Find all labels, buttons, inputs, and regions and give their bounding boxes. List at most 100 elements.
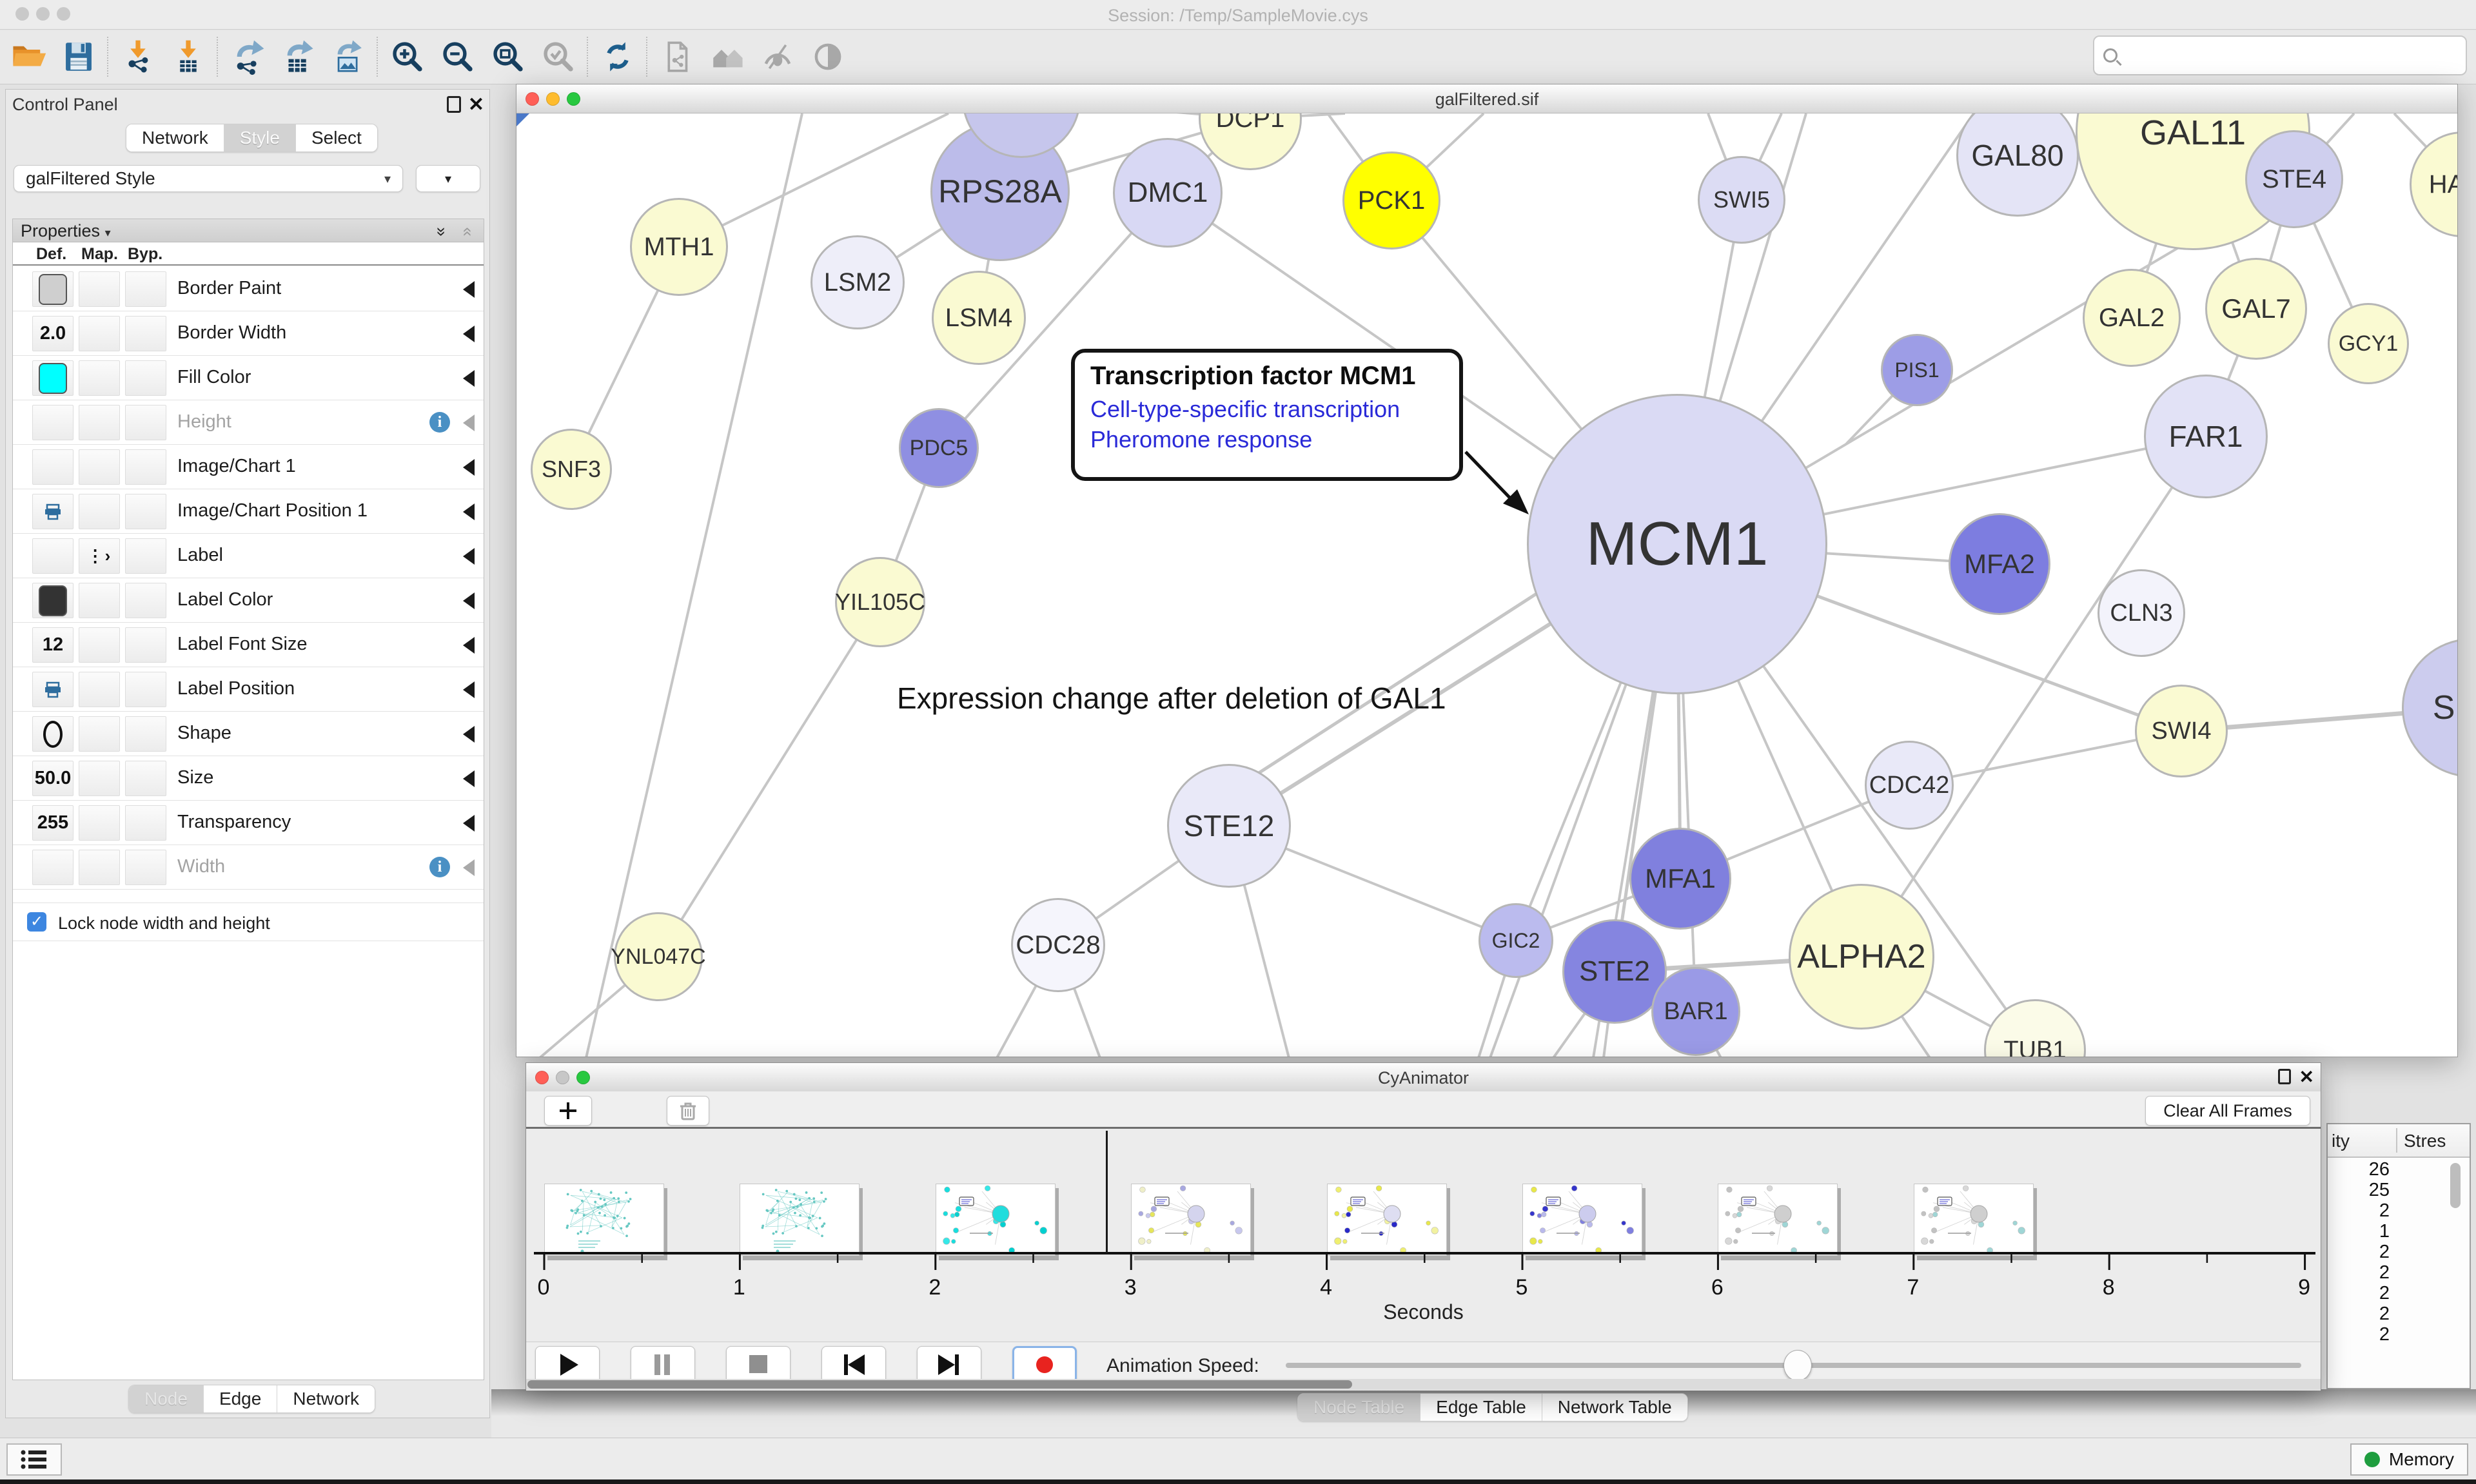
expand-property-icon[interactable] — [463, 637, 475, 654]
mapping-cell[interactable] — [79, 449, 120, 485]
style-options-button[interactable]: ▾ — [416, 165, 480, 192]
mapping-cell[interactable] — [79, 360, 120, 396]
column-header-stress[interactable]: Stres — [2404, 1131, 2446, 1151]
expand-property-icon[interactable] — [463, 459, 475, 476]
network-node-GAL80[interactable]: GAL80 — [1956, 113, 2079, 217]
property-row-label-position[interactable]: Label Position — [13, 667, 484, 712]
tab-edge-table[interactable]: Edge Table — [1420, 1394, 1542, 1421]
network-node-ALPHA2[interactable]: ALPHA2 — [1789, 884, 1934, 1030]
network-node-YIL105C[interactable]: YIL105C — [835, 557, 925, 647]
expand-property-icon[interactable] — [463, 326, 475, 342]
hide-panel-button[interactable] — [754, 34, 801, 79]
property-row-transparency[interactable]: 255Transparency — [13, 801, 484, 845]
properties-header[interactable]: Properties ▾ » » — [13, 219, 484, 242]
import-table-button[interactable] — [165, 34, 211, 79]
default-value-cell[interactable] — [32, 271, 74, 307]
network-canvas[interactable]: MCM1GAL11ALPHA2RPS28ASLT2FAR1STE12GAL80R… — [516, 113, 2457, 1057]
frame-thumbnail-2s[interactable] — [936, 1184, 1056, 1256]
network-node-GCY1[interactable]: GCY1 — [2328, 303, 2409, 384]
zoom-in-button[interactable] — [384, 34, 431, 79]
expand-property-icon[interactable] — [463, 548, 475, 565]
property-row-shape[interactable]: Shape — [13, 712, 484, 756]
add-frame-button[interactable] — [544, 1096, 592, 1126]
default-value-cell[interactable] — [32, 538, 74, 574]
network-node-PDC5[interactable]: PDC5 — [899, 408, 979, 488]
birdseye-view-button[interactable] — [704, 34, 751, 79]
mapping-cell[interactable] — [79, 761, 120, 796]
network-node-HAP2[interactable]: HAP2 — [2410, 132, 2457, 237]
frame-thumbnail-1s[interactable] — [740, 1184, 860, 1256]
frame-thumbnail-4s[interactable] — [1327, 1184, 1447, 1256]
tab-style[interactable]: Style — [224, 124, 296, 151]
frame-thumbnail-6s[interactable] — [1718, 1184, 1838, 1256]
mapping-cell[interactable] — [79, 405, 120, 440]
default-value-cell[interactable]: 12 — [32, 627, 74, 663]
network-node-GAL7[interactable]: GAL7 — [2205, 258, 2307, 360]
default-value-cell[interactable] — [32, 583, 74, 618]
table-cell-value[interactable]: 2 — [2328, 1283, 2445, 1303]
bypass-cell[interactable] — [125, 494, 166, 529]
search-input[interactable] — [2125, 44, 2457, 66]
default-value-cell[interactable] — [32, 449, 74, 485]
network-node-STE12[interactable]: STE12 — [1167, 764, 1291, 888]
stop-button[interactable] — [726, 1346, 791, 1383]
info-icon[interactable]: i — [429, 857, 450, 877]
default-value-cell[interactable] — [32, 360, 74, 396]
network-node-LSM4[interactable]: LSM4 — [932, 271, 1026, 365]
expand-property-icon[interactable] — [463, 281, 475, 298]
skip-end-button[interactable] — [917, 1346, 981, 1383]
mapping-cell[interactable] — [79, 805, 120, 841]
annotation-link-2[interactable]: Pheromone response — [1090, 425, 1444, 455]
bypass-cell[interactable] — [125, 672, 166, 707]
animation-speed-slider[interactable] — [1286, 1363, 2301, 1368]
column-header-connectivity[interactable]: ity — [2332, 1131, 2350, 1151]
bypass-cell[interactable] — [125, 360, 166, 396]
mapping-cell[interactable] — [79, 850, 120, 885]
timeline-playhead[interactable] — [1106, 1131, 1108, 1253]
table-cell-value[interactable]: 2 — [2328, 1262, 2445, 1283]
frame-thumbnail-0s[interactable] — [544, 1184, 664, 1256]
property-row-label[interactable]: ⋮›Label — [13, 534, 484, 578]
collapse-all-icon[interactable]: » — [456, 227, 476, 236]
network-node-GIC2[interactable]: GIC2 — [1479, 903, 1553, 978]
info-icon[interactable]: i — [429, 412, 450, 433]
network-node-CDC28[interactable]: CDC28 — [1011, 898, 1105, 992]
default-value-cell[interactable] — [32, 494, 74, 529]
network-node-FAR1[interactable]: FAR1 — [2144, 375, 2268, 498]
network-node-PCK1[interactable]: PCK1 — [1342, 151, 1440, 249]
tab-select[interactable]: Select — [296, 124, 377, 151]
network-node-CLN3[interactable]: CLN3 — [2098, 569, 2185, 657]
expand-property-icon[interactable] — [463, 592, 475, 609]
default-value-cell[interactable] — [32, 716, 74, 752]
bypass-cell[interactable] — [125, 583, 166, 618]
network-node-GAL2[interactable]: GAL2 — [2083, 269, 2181, 367]
lock-node-size-checkbox[interactable]: ✓ — [27, 912, 46, 932]
float-panel-icon[interactable] — [2278, 1069, 2291, 1084]
expand-property-icon[interactable] — [463, 415, 475, 431]
memory-button[interactable]: Memory — [2350, 1443, 2468, 1476]
bypass-cell[interactable] — [125, 538, 166, 574]
network-node-MFA1[interactable]: MFA1 — [1629, 828, 1731, 930]
property-row-label-color[interactable]: Label Color — [13, 578, 484, 623]
network-node-PIS1[interactable]: PIS1 — [1881, 334, 1953, 406]
mapping-cell[interactable]: ⋮› — [79, 538, 120, 574]
network-node-TUB1[interactable]: TUB1 — [1984, 999, 2086, 1057]
property-row-label-font-size[interactable]: 12Label Font Size — [13, 623, 484, 667]
vertical-scrollbar[interactable] — [2450, 1163, 2461, 1208]
bypass-cell[interactable] — [125, 761, 166, 796]
clear-all-frames-button[interactable]: Clear All Frames — [2145, 1096, 2310, 1126]
bypass-cell[interactable] — [125, 316, 166, 351]
style-selector[interactable]: galFiltered Style ▾ — [14, 165, 403, 192]
property-row-image-chart-1[interactable]: Image/Chart 1 — [13, 445, 484, 489]
bypass-cell[interactable] — [125, 850, 166, 885]
property-row-border-paint[interactable]: Border Paint — [13, 267, 484, 311]
tab-network[interactable]: Network — [277, 1385, 375, 1412]
property-row-fill-color[interactable]: Fill Color — [13, 356, 484, 400]
default-value-cell[interactable]: 50.0 — [32, 761, 74, 796]
table-cell-value[interactable]: 2 — [2328, 1242, 2445, 1262]
default-value-cell[interactable] — [32, 672, 74, 707]
bypass-cell[interactable] — [125, 405, 166, 440]
bypass-cell[interactable] — [125, 271, 166, 307]
close-panel-icon[interactable]: ✕ — [2299, 1066, 2314, 1088]
network-node-SWI4[interactable]: SWI4 — [2135, 685, 2228, 777]
